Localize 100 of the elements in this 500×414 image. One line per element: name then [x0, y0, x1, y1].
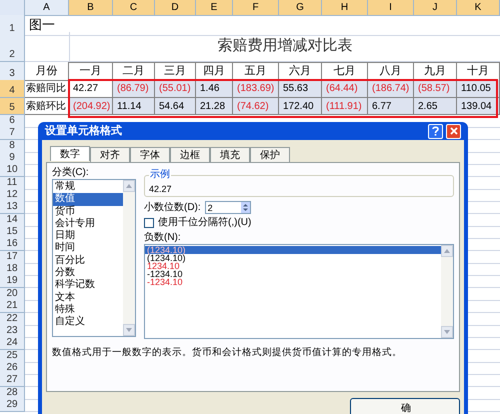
- negative-format-item[interactable]: -1234.10: [145, 278, 441, 286]
- column-header[interactable]: I: [368, 0, 414, 16]
- category-item[interactable]: 常规: [53, 181, 123, 194]
- row-number[interactable]: 14: [0, 214, 25, 227]
- table-cell[interactable]: (58.57): [414, 80, 457, 98]
- table-cell: 索赔同比: [25, 80, 69, 98]
- row-number[interactable]: 28: [0, 386, 25, 400]
- category-item[interactable]: 货币: [53, 206, 123, 218]
- caption: 图一: [29, 16, 55, 34]
- category-label: 分类(C):: [52, 167, 90, 179]
- row-number[interactable]: 13: [0, 201, 25, 214]
- table-cell[interactable]: 21.28: [196, 98, 233, 115]
- row-number[interactable]: 4: [0, 80, 25, 98]
- category-item[interactable]: 数值: [53, 193, 123, 206]
- scrollbar[interactable]: [123, 180, 135, 336]
- row-number[interactable]: 23: [0, 324, 25, 338]
- category-item[interactable]: 日期: [53, 230, 123, 242]
- negative-format-item[interactable]: (1234.10): [145, 254, 441, 262]
- tab[interactable]: 数字: [50, 146, 90, 161]
- table-cell: 索赔环比: [25, 98, 69, 115]
- help-button[interactable]: [428, 124, 443, 138]
- ok-button[interactable]: 确: [350, 398, 460, 414]
- category-item[interactable]: 时间: [53, 242, 123, 255]
- close-button[interactable]: [446, 124, 461, 138]
- table-cell[interactable]: 54.64: [155, 98, 196, 115]
- tab[interactable]: 边框: [170, 147, 210, 162]
- table-cell[interactable]: 6.77: [368, 98, 414, 115]
- negative-format-item[interactable]: -1234.10: [145, 270, 441, 278]
- down-arrow-icon: [444, 330, 450, 334]
- table-cell[interactable]: 42.27: [69, 80, 113, 98]
- column-header[interactable]: E: [196, 0, 233, 16]
- table-cell[interactable]: (74.62): [233, 98, 279, 115]
- down-arrow-icon: [126, 328, 132, 332]
- row-number[interactable]: 20: [0, 288, 25, 301]
- row-number[interactable]: 10: [0, 164, 25, 178]
- column-header[interactable]: H: [322, 0, 368, 16]
- row-number[interactable]: 26: [0, 362, 25, 375]
- column-header[interactable]: K: [457, 0, 500, 16]
- category-item[interactable]: 文本: [53, 292, 123, 304]
- table-cell[interactable]: 11.14: [113, 98, 155, 115]
- column-header[interactable]: B: [69, 0, 113, 16]
- category-item[interactable]: 分数: [53, 267, 123, 280]
- tab[interactable]: 填充: [210, 147, 250, 162]
- table-cell[interactable]: (186.74): [368, 80, 414, 98]
- column-header[interactable]: C: [113, 0, 155, 16]
- table-cell[interactable]: 1.46: [196, 80, 233, 98]
- row-number[interactable]: 21: [0, 300, 25, 314]
- row-number[interactable]: 5: [0, 98, 25, 115]
- row-number[interactable]: 6: [0, 115, 25, 128]
- scrollbar[interactable]: [441, 245, 453, 338]
- tab[interactable]: 字体: [130, 147, 170, 162]
- table-cell[interactable]: 2.65: [414, 98, 457, 115]
- dialog-title: 设置单元格格式: [45, 124, 122, 139]
- decimal-places-spinner[interactable]: 2: [204, 201, 251, 214]
- row-number[interactable]: 7: [0, 127, 25, 140]
- table-cell[interactable]: (64.44): [322, 80, 368, 98]
- row-number[interactable]: 12: [0, 189, 25, 202]
- table-cell[interactable]: (55.01): [155, 80, 196, 98]
- table-cell[interactable]: (111.91): [322, 98, 368, 115]
- negative-format-item[interactable]: 1234.10: [145, 262, 441, 270]
- tab[interactable]: 对齐: [90, 147, 130, 162]
- row-number[interactable]: 19: [0, 275, 25, 288]
- spin-arrows-icon: [240, 202, 250, 213]
- row-number[interactable]: 16: [0, 238, 25, 252]
- category-item[interactable]: 科学记数: [53, 279, 123, 292]
- sample-label: 示例: [149, 169, 171, 181]
- column-header[interactable]: A: [25, 0, 69, 16]
- row-number[interactable]: 24: [0, 337, 25, 350]
- table-cell[interactable]: 172.40: [279, 98, 322, 115]
- row-number[interactable]: 8: [0, 140, 25, 153]
- category-item[interactable]: 百分比: [53, 254, 123, 268]
- up-arrow-icon: [126, 184, 132, 188]
- row-number[interactable]: 25: [0, 350, 25, 363]
- row-number[interactable]: 22: [0, 312, 25, 326]
- category-item[interactable]: 自定义: [53, 316, 123, 329]
- category-item[interactable]: 会计专用: [53, 218, 123, 230]
- checkbox[interactable]: [144, 218, 154, 228]
- row-number[interactable]: 2: [0, 32, 25, 62]
- table-cell[interactable]: 139.04: [457, 98, 500, 115]
- thousands-separator-label: 使用千位分隔符(,)(U): [158, 217, 252, 229]
- table-cell[interactable]: (86.79): [113, 80, 155, 98]
- row-number[interactable]: 11: [0, 176, 25, 190]
- row-number[interactable]: 9: [0, 152, 25, 166]
- column-header[interactable]: F: [233, 0, 279, 16]
- sample-value: 42.27: [149, 184, 172, 194]
- tab[interactable]: 保护: [250, 147, 290, 162]
- row-number[interactable]: 15: [0, 226, 25, 240]
- row-number[interactable]: 3: [0, 62, 25, 80]
- row-number[interactable]: 27: [0, 374, 25, 388]
- column-header[interactable]: G: [279, 0, 322, 16]
- category-item[interactable]: 特殊: [53, 304, 123, 316]
- table-cell[interactable]: (183.69): [233, 80, 279, 98]
- table-cell[interactable]: 110.05: [457, 80, 500, 98]
- row-number[interactable]: 18: [0, 263, 25, 276]
- table-cell[interactable]: 55.63: [279, 80, 322, 98]
- table-cell[interactable]: (204.92): [69, 98, 113, 115]
- column-header[interactable]: J: [414, 0, 457, 16]
- column-header[interactable]: D: [155, 0, 196, 16]
- row-number[interactable]: 17: [0, 250, 25, 264]
- row-number[interactable]: 29: [0, 398, 25, 412]
